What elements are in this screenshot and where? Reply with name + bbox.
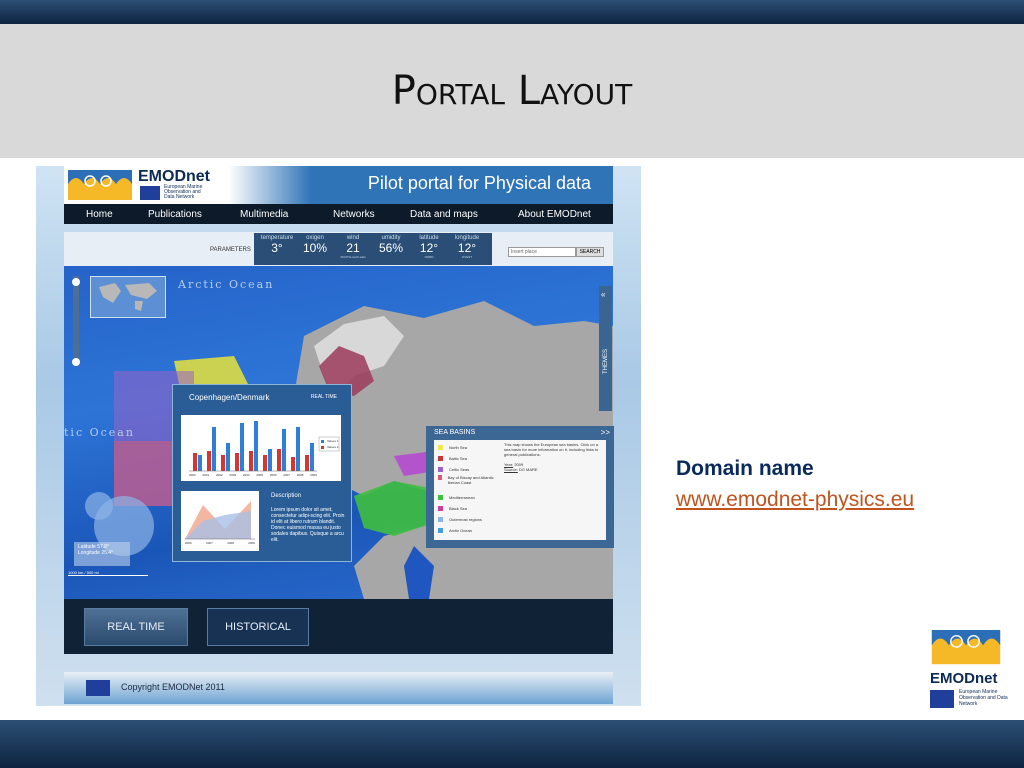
nav-multimedia[interactable]: Multimedia <box>240 209 288 220</box>
basin-item[interactable]: Baltic Sea <box>438 453 467 463</box>
nav-home[interactable]: Home <box>86 209 113 220</box>
popup-bar-chart: Values 1 Values 2 2000 2001 2002 2003 2004 20… <box>181 415 341 481</box>
coordinates-readout: Latitude 57.8° Longitude 25.4° <box>74 542 130 566</box>
themes-label: THEMES <box>603 348 609 374</box>
corner-brand: EMODnet <box>930 670 998 687</box>
place-search-input[interactable]: Insert place <box>508 247 576 257</box>
popup-title: Copenhagen/Denmark <box>189 393 270 402</box>
popup-mode[interactable]: REAL TIME <box>311 394 337 400</box>
param-temperature: temperature 3° <box>260 235 294 255</box>
popup-description-title: Description <box>271 493 302 499</box>
eu-flag-icon <box>140 186 160 200</box>
bottom-banner <box>0 720 1024 768</box>
expand-panel-button[interactable]: >> <box>601 428 610 437</box>
basin-item[interactable]: Bay of Biscay and Atlantic Iberian Coast <box>438 475 498 485</box>
param-umidity: umidity 56% <box>378 235 404 255</box>
portal-screenshot: EMODnet European Marine Observation and … <box>36 166 641 706</box>
eu-flag-icon <box>86 680 110 696</box>
domain-heading: Domain name <box>676 457 814 480</box>
nav-publications[interactable]: Publications <box>148 209 202 220</box>
parameters-bar: PARAMETERS temperature 3° oxigen 10% win… <box>64 232 613 266</box>
map-scale: 1000 km / 500 mi <box>68 570 148 576</box>
area-chart-years: 2006 2007 2008 2009 <box>185 541 255 545</box>
historical-button[interactable]: HISTORICAL <box>207 608 309 646</box>
emodnet-logo-icon <box>931 630 1001 665</box>
nav-networks[interactable]: Networks <box>333 209 375 220</box>
portal-footer: Copyright EMODNet 2011 <box>64 672 613 704</box>
label-atlantic-ocean: tic Ocean <box>64 426 135 439</box>
parameters-label: PARAMETERS <box>210 247 251 253</box>
slide-title: Portal Layout <box>391 68 633 114</box>
collapse-themes-icon[interactable]: « <box>601 290 605 299</box>
basin-item[interactable]: Black Sea <box>438 503 467 513</box>
sea-basins-description: This map shows the European sea basins. … <box>504 442 599 472</box>
copyright-text: Copyright EMODNet 2011 <box>121 682 225 692</box>
sea-basins-panel: SEA BASINS >> North Sea Baltic Sea Celti… <box>426 426 614 548</box>
param-oxigen: oxigen 10% <box>302 235 328 255</box>
search-button[interactable]: SEARCH <box>576 247 604 257</box>
world-minimap[interactable] <box>90 276 166 318</box>
portal-brand-sub: European Marine Observation and Data Net… <box>164 184 203 200</box>
sea-basins-title: SEA BASINS <box>434 429 476 436</box>
eu-flag-icon <box>930 690 954 708</box>
portal-title: Pilot portal for Physical data <box>367 173 591 193</box>
sea-basins-legend: North Sea Baltic Sea Celtic Seas Bay of … <box>434 440 606 540</box>
nav-data-and-maps[interactable]: Data and maps <box>410 209 478 220</box>
nav-about[interactable]: About EMODnet <box>518 209 591 220</box>
top-banner <box>0 0 1024 24</box>
location-popup: Copenhagen/Denmark REAL TIME Values 1 Va… <box>172 384 352 562</box>
basin-item[interactable]: Arctic Ocean <box>438 525 472 535</box>
portal-nav: Home Publications Multimedia Networks Da… <box>64 204 613 224</box>
param-wind: wind 21 SOUTH-north-east <box>340 235 366 259</box>
realtime-button[interactable]: REAL TIME <box>84 608 188 646</box>
emodnet-wave-logo-icon <box>68 170 132 200</box>
basin-item[interactable]: North Sea <box>438 442 467 452</box>
label-arctic-ocean: Arctic Ocean <box>178 278 275 291</box>
bar-series <box>193 421 314 471</box>
popup-area-chart: 2006 2007 2008 2009 <box>181 491 259 551</box>
param-latitude: latitude 12° NORD <box>419 235 439 259</box>
param-longitude: longitude 12° OVEST <box>454 235 480 259</box>
basin-item[interactable]: Celtic Seas <box>438 464 469 474</box>
basin-item[interactable]: Outermost regions <box>438 514 482 524</box>
domain-link[interactable]: www.emodnet-physics.eu <box>676 488 914 512</box>
bar-chart-years: 2000 2001 2002 2003 2004 2005 2006 2007 2008 2009 <box>189 473 317 477</box>
corner-brand-sub: European Marine Observation and Data Net… <box>959 689 1008 707</box>
basin-item[interactable]: Mediterranean <box>438 492 475 502</box>
portal-header: EMODnet European Marine Observation and … <box>64 166 613 204</box>
parameters-box: temperature 3° oxigen 10% wind 21 SOUTH-… <box>254 233 492 265</box>
popup-description: Lorem ipsum dolor sit amet, consectetur … <box>271 507 345 543</box>
